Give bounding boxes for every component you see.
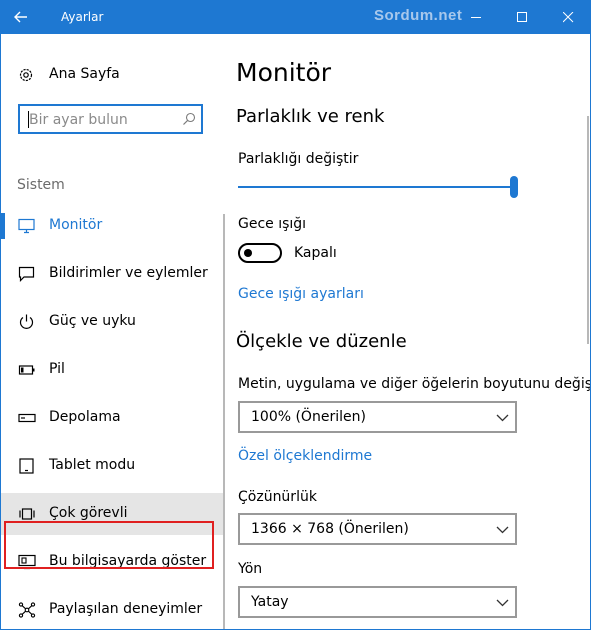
brightness-slider-thumb[interactable] <box>510 176 518 198</box>
power-icon <box>19 314 34 329</box>
brightness-label: Parlaklığı değiştir <box>238 151 359 167</box>
title-bar[interactable]: Ayarlar Sordum.net <box>1 1 590 34</box>
chevron-down-icon <box>496 526 509 534</box>
resolution-label: Çözünürlük <box>238 489 317 505</box>
sidebar-item-label: Paylaşılan deneyimler <box>49 601 203 617</box>
minimize-button[interactable] <box>454 1 499 34</box>
watermark: Sordum.net <box>374 7 463 24</box>
sidebar-item-notifications[interactable]: Bildirimler ve eylemler <box>1 253 223 295</box>
brightness-slider[interactable] <box>238 186 515 188</box>
maximize-icon <box>517 12 527 22</box>
gear-icon <box>19 68 33 82</box>
tablet-icon <box>19 458 34 474</box>
section-heading-brightness: Parlaklık ve renk <box>236 106 385 127</box>
section-header: Sistem <box>17 177 65 193</box>
chevron-down-icon <box>496 414 509 422</box>
night-light-toggle[interactable] <box>238 243 282 263</box>
minimize-icon <box>471 17 481 18</box>
orientation-dropdown[interactable]: Yatay <box>238 586 517 618</box>
section-heading-scale: Ölçekle ve düzenle <box>236 331 407 352</box>
app-title: Ayarlar <box>61 10 104 24</box>
sidebar: Ana Sayfa Bir ayar bulun Sistem Monitör … <box>1 34 223 629</box>
resolution-dropdown[interactable]: 1366 × 768 (Önerilen) <box>238 513 517 545</box>
sidebar-item-home[interactable]: Ana Sayfa <box>1 56 223 92</box>
sidebar-item-storage[interactable]: Depolama <box>1 397 223 439</box>
sidebar-item-label: Ana Sayfa <box>49 66 120 82</box>
settings-window: Ayarlar Sordum.net Ana Sayfa Bir ayar bu… <box>0 0 591 630</box>
text-caret <box>28 111 29 128</box>
scale-value: 100% (Önerilen) <box>251 409 366 425</box>
sidebar-item-battery[interactable]: Pil <box>1 349 223 391</box>
search-placeholder: Bir ayar bulun <box>29 112 128 128</box>
sidebar-item-label: Monitör <box>49 217 103 233</box>
page-title: Monitör <box>236 58 332 87</box>
chevron-down-icon <box>496 599 509 607</box>
battery-icon <box>18 365 35 375</box>
night-light-label: Gece ışığı <box>238 216 307 232</box>
resolution-value: 1366 × 768 (Önerilen) <box>251 521 409 537</box>
shared-icon <box>18 602 36 618</box>
sidebar-item-shared-experiences[interactable]: Paylaşılan deneyimler <box>1 589 223 629</box>
sidebar-item-label: Bildirimler ve eylemler <box>49 265 208 281</box>
back-arrow-icon <box>14 11 27 23</box>
sidebar-item-label: Çok görevli <box>49 505 128 521</box>
maximize-button[interactable] <box>500 1 545 34</box>
close-button[interactable] <box>546 1 590 34</box>
notifications-icon <box>18 266 35 282</box>
search-input[interactable]: Bir ayar bulun <box>18 104 203 134</box>
multitasking-icon <box>19 508 35 520</box>
sidebar-item-label: Güç ve uyku <box>49 313 136 329</box>
custom-scaling-link[interactable]: Özel ölçeklendirme <box>238 448 372 464</box>
search-icon[interactable] <box>182 112 196 126</box>
back-button[interactable] <box>1 1 41 34</box>
monitor-icon <box>18 218 35 234</box>
sidebar-item-monitor[interactable]: Monitör <box>1 205 223 247</box>
sidebar-item-label: Pil <box>49 361 65 377</box>
storage-icon <box>18 413 36 423</box>
sidebar-item-label: Tablet modu <box>49 457 136 473</box>
scale-label: Metin, uygulama ve diğer öğelerin boyutu… <box>238 376 591 392</box>
highlight-frame <box>4 521 214 569</box>
main-content: Monitör Parlaklık ve renk Parlaklığı değ… <box>225 34 591 629</box>
main-scrollbar[interactable] <box>587 116 589 344</box>
sidebar-item-tablet[interactable]: Tablet modu <box>1 445 223 487</box>
orientation-label: Yön <box>238 561 263 577</box>
night-light-state: Kapalı <box>294 245 337 261</box>
sidebar-item-label: Depolama <box>49 409 121 425</box>
scale-dropdown[interactable]: 100% (Önerilen) <box>238 401 517 433</box>
night-light-settings-link[interactable]: Gece ışığı ayarları <box>238 286 364 302</box>
close-icon <box>563 12 574 23</box>
sidebar-item-power[interactable]: Güç ve uyku <box>1 301 223 343</box>
active-indicator <box>1 213 5 239</box>
toggle-knob <box>244 249 252 257</box>
orientation-value: Yatay <box>251 594 289 610</box>
